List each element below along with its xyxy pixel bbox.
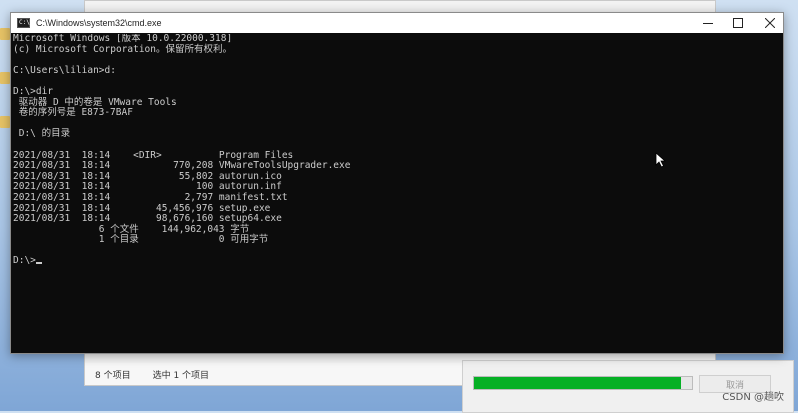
terminal-line: 1 个目录 0 可用字节 xyxy=(13,234,269,246)
terminal-line: Microsoft Windows [版本 10.0.22000.318] xyxy=(13,34,233,44)
minimize-button[interactable] xyxy=(691,13,725,33)
terminal-line: 卷的序列号是 E873-7BAF xyxy=(13,107,133,119)
mouse-pointer-icon xyxy=(655,152,667,168)
close-button[interactable] xyxy=(753,13,787,33)
terminal-line: (c) Microsoft Corporation。保留所有权利。 xyxy=(13,43,232,55)
terminal-line: D:\> xyxy=(13,256,783,267)
copy-progress-fill xyxy=(474,377,682,389)
terminal-line: 2021/08/31 18:14 2,797 manifest.txt xyxy=(13,191,288,203)
minimize-icon xyxy=(703,23,713,24)
status-item-count: 8 个项目 xyxy=(95,370,131,381)
maximize-icon xyxy=(733,18,743,28)
terminal-line: D:\>dir xyxy=(13,85,54,97)
copy-progress-bar xyxy=(473,376,693,390)
maximize-button[interactable] xyxy=(721,13,755,33)
folder-icon[interactable] xyxy=(0,72,10,84)
text-cursor xyxy=(35,262,42,265)
terminal-line: C:\Users\lilian>d: xyxy=(13,64,116,76)
cmd-titlebar[interactable]: C:\ C:\Windows\system32\cmd.exe xyxy=(11,13,783,33)
terminal-output[interactable]: Microsoft Windows [版本 10.0.22000.318] (c)… xyxy=(13,34,783,353)
folder-icon[interactable] xyxy=(0,28,10,40)
copy-progress-dialog: 取消 xyxy=(462,360,794,413)
cmd-app-icon[interactable]: C:\ xyxy=(17,18,30,28)
watermark-text: CSDN @趟吹 xyxy=(722,392,784,403)
window-title: C:\Windows\system32\cmd.exe xyxy=(36,18,162,28)
close-icon xyxy=(765,18,775,28)
folder-icon[interactable] xyxy=(0,116,10,128)
cmd-window[interactable]: C:\ C:\Windows\system32\cmd.exe Microsof… xyxy=(10,12,784,354)
terminal-line: D:\ 的目录 xyxy=(13,128,71,140)
status-selected-count: 选中 1 个项目 xyxy=(152,370,210,381)
